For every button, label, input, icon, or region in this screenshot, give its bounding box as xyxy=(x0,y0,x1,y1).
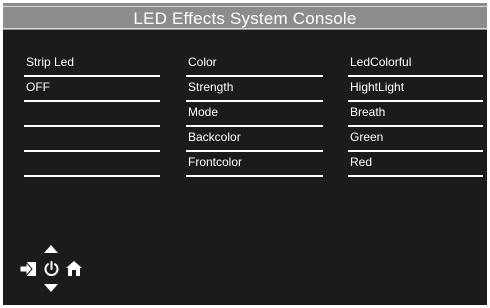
title-divider-bottom xyxy=(3,28,487,29)
frontcolor-param-cell[interactable]: Frontcolor xyxy=(186,153,323,177)
strength-param-label: Strength xyxy=(188,80,234,94)
page-title: LED Effects System Console xyxy=(133,9,357,28)
console-screen: LED Effects System Console Strip Led OFF… xyxy=(3,3,487,305)
strength-value: HightLight xyxy=(350,80,405,94)
backcolor-value: Green xyxy=(350,130,384,144)
mode-value: Breath xyxy=(350,105,386,119)
left-empty-cell-4[interactable] xyxy=(24,128,160,152)
color-value: LedColorful xyxy=(350,55,412,69)
left-empty-cell-3[interactable] xyxy=(24,103,160,127)
backcolor-param-cell[interactable]: Backcolor xyxy=(186,128,323,152)
color-param-label: Color xyxy=(188,55,217,69)
mode-param-cell[interactable]: Mode xyxy=(186,103,323,127)
strip-led-label: Strip Led xyxy=(26,55,75,69)
exit-icon[interactable] xyxy=(19,260,39,278)
strip-led-value: OFF xyxy=(26,80,50,94)
mode-param-label: Mode xyxy=(188,105,219,119)
strength-value-cell[interactable]: HightLight xyxy=(348,78,483,102)
backcolor-value-cell[interactable]: Green xyxy=(348,128,483,152)
left-empty-cell-5[interactable] xyxy=(24,153,160,177)
arrow-down-icon[interactable] xyxy=(43,283,59,293)
backcolor-param-label: Backcolor xyxy=(188,130,241,144)
title-bar: LED Effects System Console xyxy=(3,3,487,30)
power-icon[interactable] xyxy=(43,260,60,277)
color-value-cell[interactable]: LedColorful xyxy=(348,53,483,77)
frontcolor-value: Red xyxy=(350,155,373,169)
strength-param-cell[interactable]: Strength xyxy=(186,78,323,102)
title-divider-top xyxy=(3,6,487,7)
strip-led-value-cell[interactable]: OFF xyxy=(24,78,160,102)
home-icon[interactable] xyxy=(65,260,83,277)
strip-led-label-cell[interactable]: Strip Led xyxy=(24,53,160,77)
arrow-up-icon[interactable] xyxy=(43,244,59,254)
frontcolor-value-cell[interactable]: Red xyxy=(348,153,483,177)
frontcolor-param-label: Frontcolor xyxy=(188,155,243,169)
mode-value-cell[interactable]: Breath xyxy=(348,103,483,127)
color-param-cell[interactable]: Color xyxy=(186,53,323,77)
